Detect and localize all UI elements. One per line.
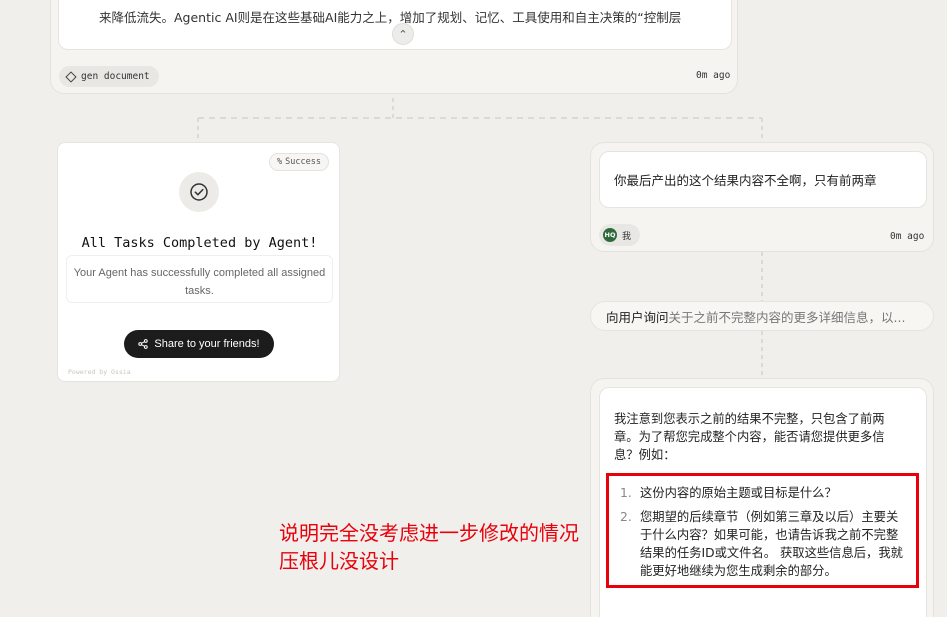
annotation-note: 说明完全没考虑进一步修改的情况 压根儿没设计 bbox=[279, 519, 599, 575]
document-node[interactable]: 来降低流失。Agentic AI则是在这些基础AI能力之上，增加了规划、记忆、工… bbox=[50, 0, 738, 94]
list-item: 2. 您期望的后续章节（例如第三章及以后）主要关于什么内容？如果可能，也请告诉我… bbox=[620, 508, 910, 580]
reply-question-list: 1. 这份内容的原始主题或目标是什么？ 2. 您期望的后续章节（例如第三章及以后… bbox=[620, 484, 910, 586]
document-content-card: 来降低流失。Agentic AI则是在这些基础AI能力之上，增加了规划、记忆、工… bbox=[58, 0, 732, 50]
success-description: Your Agent has successfully completed al… bbox=[66, 255, 333, 303]
assistant-reply-node[interactable]: 我注意到您表示之前的结果不完整，只包含了前两章。为了帮您完成整个内容，能否请您提… bbox=[590, 378, 934, 617]
user-label: 我 bbox=[622, 231, 632, 242]
percent-icon: % bbox=[277, 157, 283, 167]
tool-chip-gen-document[interactable]: gen document bbox=[59, 66, 159, 87]
share-icon bbox=[138, 339, 149, 349]
chevron-up-icon: ⌃ bbox=[398, 28, 408, 41]
list-item-text: 这份内容的原始主题或目标是什么？ bbox=[640, 486, 837, 500]
ask-user-action: 向用户询问 bbox=[606, 309, 669, 325]
list-item-text: 您期望的后续章节（例如第三章及以后）主要关于什么内容？如果可能，也请告诉我之前不… bbox=[640, 510, 903, 578]
list-item-number: 2. bbox=[620, 510, 632, 524]
assistant-reply-card: 我注意到您表示之前的结果不完整，只包含了前两章。为了帮您完成整个内容，能否请您提… bbox=[599, 387, 927, 617]
user-message-timestamp: 0m ago bbox=[890, 231, 925, 242]
annotation-line-2: 压根儿没设计 bbox=[279, 549, 399, 573]
ask-user-detail: 关于之前不完整内容的更多详细信息，以... bbox=[668, 309, 906, 325]
tool-chip-label: gen document bbox=[81, 71, 150, 82]
collapse-button[interactable]: ⌃ bbox=[392, 23, 414, 45]
status-badge-label: Success bbox=[285, 157, 321, 167]
document-timestamp: 0m ago bbox=[696, 70, 731, 81]
avatar: HQ bbox=[603, 228, 617, 242]
user-message-node[interactable]: 你最后产出的这个结果内容不全啊，只有前两章 HQ 我 0m ago bbox=[590, 142, 934, 252]
diamond-icon bbox=[65, 70, 77, 83]
workflow-canvas: 来降低流失。Agentic AI则是在这些基础AI能力之上，增加了规划、记忆、工… bbox=[0, 0, 947, 617]
share-button-label: Share to your friends! bbox=[154, 338, 260, 350]
success-title: All Tasks Completed by Agent! bbox=[81, 235, 318, 251]
user-chip[interactable]: HQ 我 bbox=[599, 224, 641, 246]
ask-user-step[interactable]: 向用户询问 关于之前不完整内容的更多详细信息，以... bbox=[590, 301, 934, 331]
annotation-line-1: 说明完全没考虑进一步修改的情况 bbox=[279, 521, 579, 545]
user-message-bubble: 你最后产出的这个结果内容不全啊，只有前两章 bbox=[599, 151, 927, 208]
reply-intro: 我注意到您表示之前的结果不完整，只包含了前两章。为了帮您完成整个内容，能否请您提… bbox=[614, 412, 885, 462]
check-circle-icon bbox=[179, 172, 219, 212]
powered-by: Powered by Ossia bbox=[68, 368, 131, 376]
success-card: % Success All Tasks Completed by Agent! … bbox=[57, 142, 340, 382]
status-badge: % Success bbox=[269, 153, 329, 171]
share-button[interactable]: Share to your friends! bbox=[124, 330, 274, 358]
list-item-number: 1. bbox=[620, 486, 632, 500]
list-item: 1. 这份内容的原始主题或目标是什么？ bbox=[620, 484, 910, 502]
